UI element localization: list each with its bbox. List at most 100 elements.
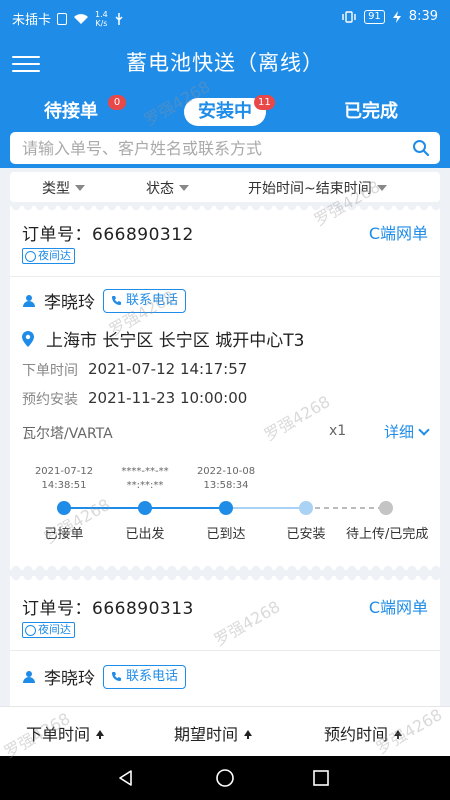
status-bar: 未插卡 1.4 K/s 91 8:39 — [0, 0, 450, 34]
order-number: 订单号：666890312 — [22, 225, 194, 245]
page-title: 蓄电池快送（离线） — [126, 51, 324, 75]
sim-icon — [57, 12, 68, 25]
tab-label: 安装中 — [198, 101, 252, 122]
product-quantity: x1 — [329, 423, 347, 439]
person-icon — [23, 670, 35, 683]
tab-badge: 11 — [254, 95, 275, 110]
step-dot — [57, 501, 71, 515]
wifi-icon — [74, 13, 89, 24]
product-name: 瓦尔塔/VARTA — [22, 426, 113, 442]
sort-appointment-time[interactable]: 预约时间 — [324, 721, 403, 745]
call-phone-button[interactable]: 联系电话 — [103, 664, 187, 689]
order-time-value: 2021-07-12 14:17:57 — [88, 360, 248, 378]
caret-down-icon — [179, 185, 189, 191]
filter-label: 状态 — [146, 181, 174, 197]
home-icon[interactable] — [215, 768, 235, 788]
address: 上海市 长宁区 长宁区 城开中心T3 — [22, 326, 304, 351]
step-date: 2021-07-12 — [35, 466, 93, 477]
divider — [10, 276, 440, 277]
usb-icon — [115, 12, 123, 25]
tab-pending[interactable]: 待接单 0 — [44, 95, 126, 126]
sort-label: 预约时间 — [324, 725, 389, 744]
sort-up-icon — [244, 730, 253, 739]
person-icon — [23, 294, 35, 307]
tab-installing[interactable]: 安装中 11 — [184, 95, 275, 126]
sort-expected-time[interactable]: 期望时间 — [174, 721, 253, 745]
sort-up-icon — [394, 730, 403, 739]
tab-label: 待接单 — [44, 101, 98, 122]
night-delivery-tag: 夜间达 — [22, 622, 75, 638]
step-label: 已接单 — [44, 526, 83, 542]
step-dot — [299, 501, 313, 515]
night-delivery-tag: 夜间达 — [22, 248, 75, 264]
customer-contact: 李晓玲 联系电话 — [22, 288, 187, 313]
customer-contact: 李晓玲 联系电话 — [22, 664, 187, 689]
battery-icon: 91 — [364, 9, 385, 24]
order-card[interactable]: 订单号：666890312 C端网单 夜间达 李晓玲 联系电话 上海市 长宁区 … — [10, 206, 440, 570]
vibrate-icon — [342, 10, 356, 23]
chevron-down-icon — [418, 423, 430, 436]
sort-order-time[interactable]: 下单时间 — [26, 721, 105, 745]
filter-bar: 类型 状态 开始时间~结束时间 — [10, 172, 440, 202]
step-dot — [379, 501, 393, 515]
step-label: 已出发 — [125, 526, 164, 542]
filter-label: 类型 — [42, 181, 70, 197]
phone-icon — [112, 672, 121, 681]
customer-name: 李晓玲 — [44, 293, 95, 313]
step-dot — [138, 501, 152, 515]
sort-bar: 下单时间 期望时间 预约时间 — [0, 706, 450, 756]
order-type: C端网单 — [368, 598, 428, 617]
charging-icon — [392, 10, 401, 23]
step-dot — [219, 501, 233, 515]
step-label: 已到达 — [206, 527, 245, 542]
install-time-label: 预约安装 — [22, 392, 78, 408]
step-date: 2022-10-08 — [197, 466, 255, 477]
customer-name: 李晓玲 — [44, 669, 95, 689]
install-time-value: 2021-11-23 10:00:00 — [88, 389, 248, 407]
address-text: 上海市 长宁区 长宁区 城开中心T3 — [46, 331, 305, 351]
location-pin-icon — [22, 330, 34, 347]
sort-label: 下单时间 — [26, 725, 91, 744]
call-phone-button[interactable]: 联系电话 — [103, 288, 187, 313]
search-input[interactable] — [22, 136, 402, 160]
sort-up-icon — [96, 730, 105, 739]
step-time: **:**:** — [127, 480, 164, 491]
order-card[interactable]: 订单号：666890313 C端网单 夜间达 李晓玲 联系电话 — [10, 576, 440, 706]
system-nav-bar — [0, 756, 450, 800]
detail-toggle[interactable]: 详细 — [384, 421, 430, 442]
order-time-label: 下单时间 — [22, 363, 78, 379]
perforation — [10, 206, 440, 214]
tab-badge: 0 — [108, 95, 126, 110]
back-icon[interactable] — [116, 768, 136, 788]
caret-down-icon — [376, 185, 387, 191]
step-date: ****-**-** — [121, 466, 168, 477]
night-icon — [25, 624, 36, 636]
progress-timeline: 2021-07-12 14:38:51 ****-**-** **:**:** … — [35, 466, 428, 542]
recents-icon[interactable] — [311, 768, 331, 788]
install-time-row: 预约安装 2021-11-23 10:00:00 — [22, 389, 247, 409]
search-area — [0, 132, 450, 168]
clock: 8:39 — [408, 9, 438, 24]
search-icon[interactable] — [412, 139, 430, 157]
step-label: 待上传/已完成 — [346, 527, 428, 542]
step-time: 13:58:34 — [204, 480, 249, 491]
filter-label: 开始时间~结束时间 — [248, 181, 372, 197]
night-icon — [25, 250, 36, 262]
perforation — [10, 562, 440, 570]
step-label: 已安装 — [286, 527, 325, 542]
app-header: 蓄电池快送（离线） — [0, 34, 450, 92]
filter-status[interactable]: 状态 — [146, 178, 189, 198]
filter-type[interactable]: 类型 — [42, 178, 85, 198]
step-time: 14:38:51 — [42, 480, 87, 491]
tab-label: 已完成 — [344, 101, 398, 122]
sort-label: 期望时间 — [174, 725, 239, 744]
search-box — [10, 132, 440, 164]
carrier-text: 未插卡 — [12, 13, 52, 28]
order-time-row: 下单时间 2021-07-12 14:17:57 — [22, 360, 247, 380]
filter-time-range[interactable]: 开始时间~结束时间 — [248, 178, 387, 198]
divider — [10, 650, 440, 651]
tab-completed[interactable]: 已完成 — [344, 98, 398, 126]
order-number: 订单号：666890313 — [22, 599, 194, 619]
tab-bar: 待接单 0 安装中 11 已完成 — [0, 92, 450, 132]
network-speed: 1.4 K/s — [95, 9, 108, 28]
